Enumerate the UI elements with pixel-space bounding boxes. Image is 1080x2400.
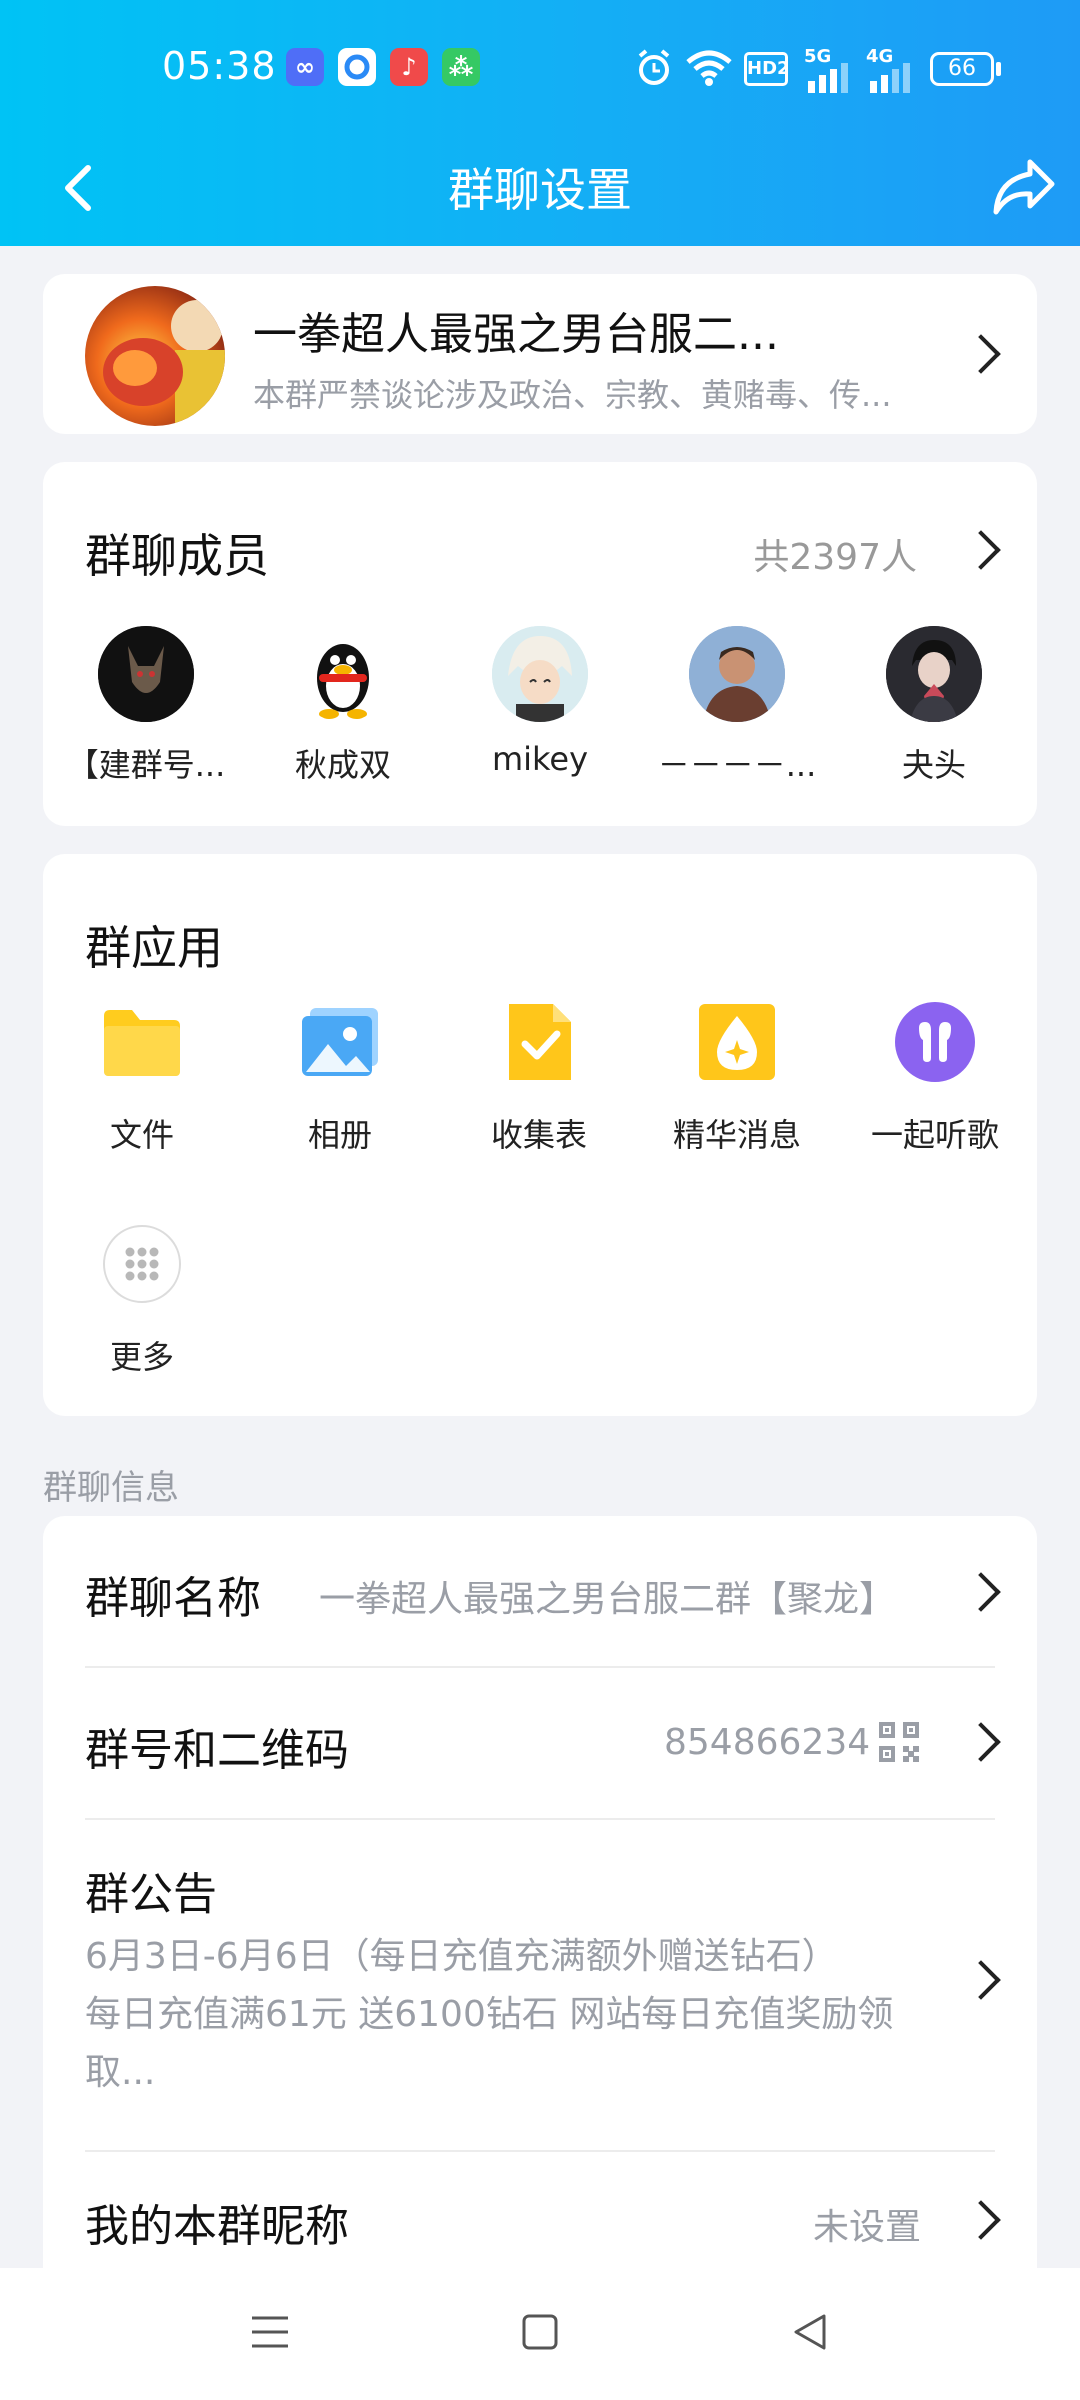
group-name-value: 一拳超人最强之男台服二群【聚龙】 [319, 1579, 896, 1620]
avatar [295, 626, 391, 722]
signal-5g-icon [808, 63, 848, 93]
battery-indicator: 66 [930, 52, 994, 86]
avatar [886, 626, 982, 722]
notice-line: 每日充值满61元 送6100钻石 网站每日充值奖励领 [85, 1994, 894, 2035]
folder-icon [104, 1010, 180, 1076]
app-form[interactable]: 收集表 [449, 1000, 629, 1156]
wifi-icon [686, 50, 732, 86]
app-label: 更多 [109, 1338, 174, 1376]
wechat-app-icon: ⁂ [442, 48, 480, 86]
row-title: 群号和二维码 [85, 1725, 349, 1776]
title-bar: 群聊设置 [0, 140, 1080, 246]
member-name: mikey [491, 740, 589, 778]
member-name: －－－－... [657, 746, 817, 784]
member-item[interactable]: －－－－... [657, 626, 817, 786]
chevron-right-icon [961, 1572, 1001, 1612]
music-app-icon: ♪ [390, 48, 428, 86]
avatar [492, 626, 588, 722]
photo-album-icon [302, 1008, 378, 1076]
section-label-group-info: 群聊信息 [43, 1468, 179, 1508]
form-check-icon [509, 1004, 571, 1080]
chevron-right-icon [961, 2200, 1001, 2240]
app-more[interactable]: 更多 [52, 1222, 232, 1378]
group-avatar [85, 286, 225, 426]
browser-app-icon [338, 48, 376, 86]
apps-title: 群应用 [85, 921, 223, 975]
status-bar: 05:38 ∞ ♪ ⁂ HD2 5G 4G 66 [0, 0, 1080, 140]
menu-icon[interactable] [250, 2312, 290, 2352]
row-title: 群公告 [85, 1869, 217, 1920]
app-album[interactable]: 相册 [250, 1000, 430, 1156]
app-label: 精华消息 [672, 1116, 801, 1154]
app-label: 相册 [307, 1116, 372, 1154]
row-title: 我的本群昵称 [85, 2201, 349, 2252]
more-grid-icon [103, 1225, 181, 1303]
group-name: 一拳超人最强之男台服二... [253, 309, 779, 360]
group-info-card: 群聊名称 一拳超人最强之男台服二群【聚龙】 群号和二维码 854866234 群… [43, 1516, 1037, 2268]
members-card: 群聊成员 共2397人 【建群号... 秋成双 mikey －－－－... 夬头 [43, 462, 1037, 826]
member-name: 秋成双 [294, 746, 391, 784]
header: 05:38 ∞ ♪ ⁂ HD2 5G 4G 66 群聊设置 [0, 0, 1080, 246]
share-icon[interactable] [986, 152, 1060, 226]
app-label: 文件 [109, 1116, 174, 1154]
group-description: 本群严禁谈论涉及政治、宗教、黄赌毒、传... [253, 376, 892, 414]
home-square-icon[interactable] [520, 2312, 560, 2352]
member-item[interactable]: 【建群号... [66, 626, 226, 786]
back-triangle-icon[interactable] [790, 2312, 830, 2352]
avatar [98, 626, 194, 722]
row-title: 群聊名称 [85, 1573, 261, 1624]
essence-drop-icon [699, 1004, 775, 1080]
chevron-right-icon [961, 1960, 1001, 2000]
battery-tip [996, 62, 1001, 76]
members-title: 群聊成员 [85, 529, 269, 583]
group-profile-card[interactable]: 一拳超人最强之男台服二... 本群严禁谈论涉及政治、宗教、黄赌毒、传... [43, 274, 1037, 434]
earbuds-icon [895, 1002, 975, 1082]
member-name: 夬头 [901, 746, 966, 784]
hd-badge: HD2 [744, 52, 790, 86]
notice-line: 6月3日-6月6日（每日充值充满额外赠送钻石） [85, 1936, 838, 1977]
infinity-app-icon: ∞ [286, 48, 324, 86]
group-notice-row[interactable]: 群公告 6月3日-6月6日（每日充值充满额外赠送钻石） 每日充值满61元 送61… [43, 1818, 1037, 2150]
qr-code-icon [879, 1722, 919, 1762]
chevron-right-icon [961, 334, 1001, 374]
app-label: 收集表 [490, 1116, 587, 1154]
my-nickname-row[interactable]: 我的本群昵称 未设置 [43, 2150, 1037, 2268]
page-title: 群聊设置 [448, 163, 632, 217]
notice-content: 6月3日-6月6日（每日充值充满额外赠送钻石） 每日充值满61元 送6100钻石… [85, 1928, 965, 2102]
avatar [689, 626, 785, 722]
member-item[interactable]: 秋成双 [263, 626, 423, 786]
member-count[interactable]: 共2397人 [753, 528, 917, 580]
status-time: 05:38 [162, 44, 277, 88]
group-number-value: 854866234 [664, 1722, 871, 1763]
member-name: 【建群号... [66, 746, 226, 784]
nickname-value: 未设置 [813, 2207, 922, 2248]
app-essence[interactable]: 精华消息 [647, 1000, 827, 1156]
group-name-row[interactable]: 群聊名称 一拳超人最强之男台服二群【聚龙】 [43, 1516, 1037, 1666]
group-number-row[interactable]: 群号和二维码 854866234 [43, 1666, 1037, 1818]
member-item[interactable]: mikey [460, 626, 620, 778]
app-files[interactable]: 文件 [52, 1000, 232, 1156]
chevron-right-icon [961, 1722, 1001, 1762]
member-item[interactable]: 夬头 [854, 626, 1014, 786]
system-navigation-bar [0, 2268, 1080, 2400]
app-label: 一起听歌 [870, 1116, 999, 1154]
notice-line: 取... [85, 2052, 156, 2093]
chevron-right-icon[interactable] [961, 530, 1001, 570]
signal-4g-icon [870, 63, 910, 93]
alarm-icon [638, 49, 670, 85]
app-listen-together[interactable]: 一起听歌 [845, 1000, 1025, 1156]
